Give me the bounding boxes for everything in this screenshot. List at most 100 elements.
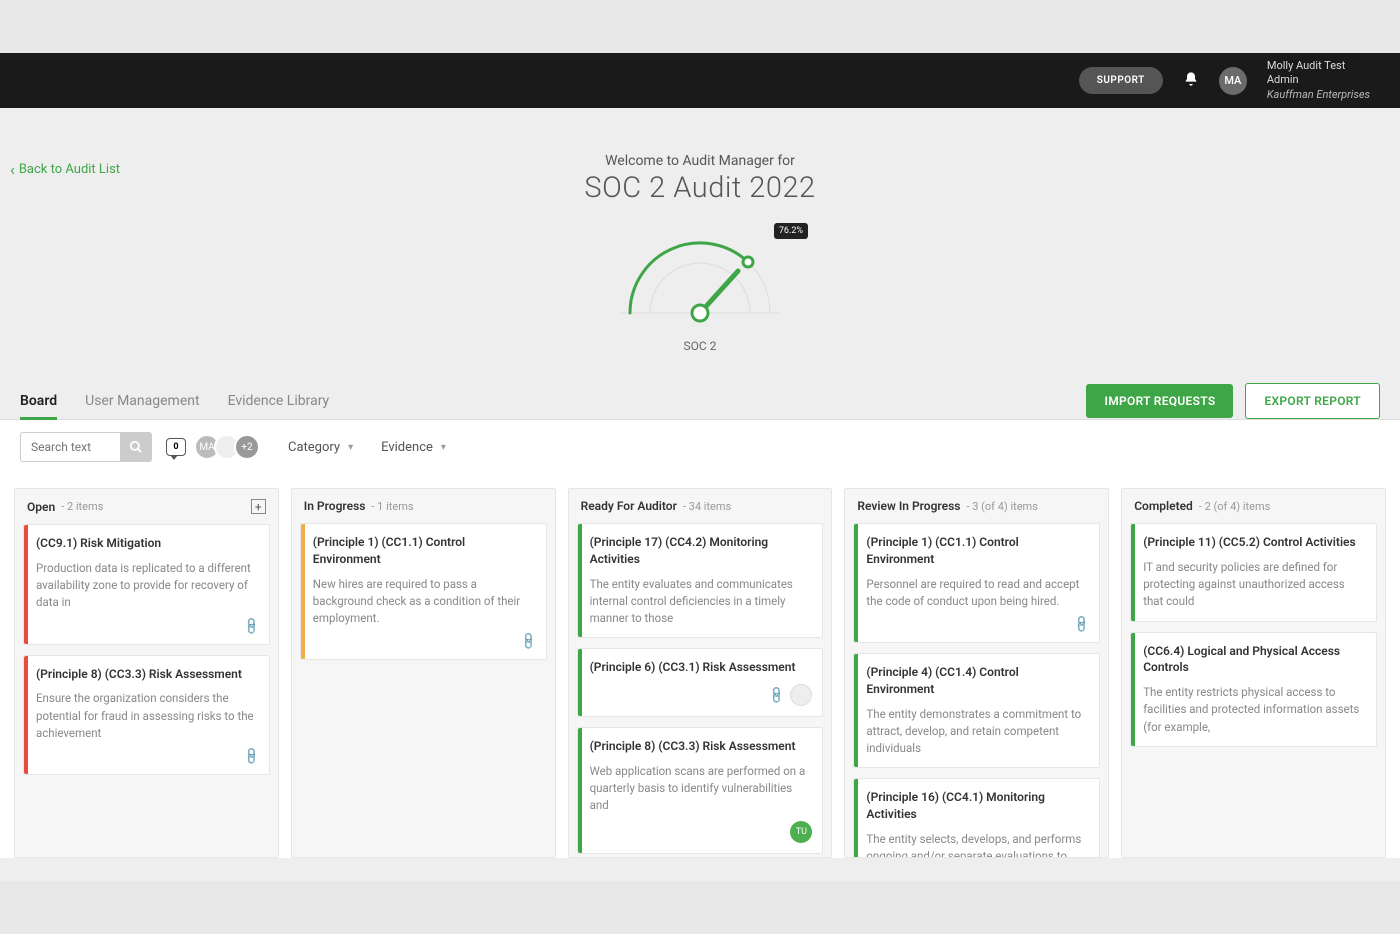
tab-user-management[interactable]: User Management [85, 383, 199, 419]
category-dropdown[interactable]: Category ▾ [288, 440, 353, 455]
search-button[interactable] [120, 432, 152, 462]
assignee-avatars[interactable]: MA +2 [200, 434, 260, 460]
card-body: Ensure the organization considers the po… [36, 690, 259, 742]
board-card[interactable]: (Principle 1) (CC1.1) Control Environmen… [853, 523, 1100, 643]
welcome-block: Welcome to Audit Manager for SOC 2 Audit… [0, 108, 1400, 353]
column-title: Open [27, 500, 55, 514]
board-column: Completed - 2 (of 4) items (Principle 11) … [1121, 488, 1386, 858]
user-avatar[interactable]: MA [1219, 67, 1247, 95]
card-title: (CC6.4) Logical and Physical Access Cont… [1143, 643, 1366, 677]
user-name: Molly Audit Test [1267, 59, 1370, 73]
page-title: SOC 2 Audit 2022 [0, 171, 1400, 205]
card-footer: 🔗 [36, 618, 259, 634]
column-header: Ready For Auditor - 34 items [569, 489, 832, 523]
evidence-dropdown[interactable]: Evidence ▾ [381, 440, 446, 455]
gauge-percent-badge: 76.2% [774, 223, 808, 239]
column-cards: (Principle 11) (CC5.2) Control Activitie… [1122, 523, 1385, 857]
card-footer: 🔗 [313, 633, 536, 649]
card-footer: 🔗 [866, 616, 1089, 632]
import-requests-button[interactable]: IMPORT REQUESTS [1086, 384, 1233, 418]
gauge-caption: SOC 2 [0, 339, 1400, 353]
board-card[interactable]: (Principle 4) (CC1.4) Control Environmen… [853, 653, 1100, 768]
user-org: Kauffman Enterprises [1267, 88, 1370, 102]
progress-gauge: 76.2% [610, 223, 790, 333]
column-title: Review In Progress [857, 499, 960, 513]
board-card[interactable]: (CC9.1) Risk Mitigation Production data i… [23, 524, 270, 645]
card-title: (Principle 4) (CC1.4) Control Environmen… [866, 664, 1089, 698]
card-title: (Principle 8) (CC3.3) Risk Assessment [36, 666, 259, 683]
board-column: Review In Progress- 3 (of 4) items(Princ… [844, 488, 1109, 858]
letterbox-top [0, 0, 1400, 53]
notifications-icon[interactable] [1183, 71, 1199, 91]
board-card[interactable]: (Principle 6) (CC3.1) Risk Assessment🔗 [577, 648, 824, 717]
board-card[interactable]: (Principle 8) (CC3.3) Risk Assessment Ens… [23, 655, 270, 776]
column-count: - 2 items [61, 500, 103, 513]
card-body: The entity restricts physical access to … [1143, 684, 1366, 736]
user-info: Molly Audit Test Admin Kauffman Enterpri… [1267, 59, 1370, 102]
avatar-more[interactable]: +2 [234, 434, 260, 460]
column-cards: (Principle 17) (CC4.2) Monitoring Activi… [569, 523, 832, 857]
back-to-list-link[interactable]: Back to Audit List [10, 160, 120, 179]
card-body: Web application scans are performed on a… [590, 763, 813, 815]
card-title: (Principle 1) (CC1.1) Control Environmen… [313, 534, 536, 568]
card-footer: TU [590, 821, 813, 843]
column-title: In Progress [304, 499, 366, 513]
card-body: The entity demonstrates a commitment to … [866, 706, 1089, 758]
dropdown-label: Evidence [381, 440, 433, 455]
search-input[interactable] [20, 432, 120, 462]
column-count: - 2 (of 4) items [1199, 500, 1270, 513]
tab-board[interactable]: Board [20, 383, 57, 419]
card-footer: 🔗 [590, 684, 813, 706]
chevron-down-icon: ▾ [348, 442, 353, 453]
board-card[interactable]: (Principle 17) (CC4.2) Monitoring Activi… [577, 523, 824, 638]
card-title: (Principle 17) (CC4.2) Monitoring Activi… [590, 534, 813, 568]
attachment-icon: 🔗 [518, 631, 538, 651]
export-report-button[interactable]: EXPORT REPORT [1245, 383, 1380, 419]
board-card[interactable]: (Principle 16) (CC4.1) Monitoring Activi… [853, 778, 1100, 857]
board-column: In Progress- 1 items (Principle 1) (CC1.1… [291, 488, 556, 858]
card-title: (CC9.1) Risk Mitigation [36, 535, 259, 552]
card-title: (Principle 1) (CC1.1) Control Environmen… [866, 534, 1089, 568]
dropdown-label: Category [288, 440, 340, 455]
card-footer: 🔗 [36, 748, 259, 764]
column-cards: (Principle 1) (CC1.1) Control Environmen… [845, 523, 1108, 857]
board-card[interactable]: (CC6.4) Logical and Physical Access Cont… [1130, 632, 1377, 747]
board-toolbar: 0 MA +2 Category ▾ Evidence ▾ [0, 420, 1400, 474]
assignee-avatar: TU [790, 821, 812, 843]
support-button[interactable]: SUPPORT [1079, 67, 1163, 94]
attachment-icon: 🔗 [767, 685, 787, 705]
app-header: SUPPORT MA Molly Audit Test Admin Kauffm… [0, 53, 1400, 108]
search-group [20, 432, 152, 462]
card-body: New hires are required to pass a backgro… [313, 576, 536, 628]
add-card-button[interactable]: + [251, 499, 266, 514]
card-title: (Principle 11) (CC5.2) Control Activitie… [1143, 534, 1366, 551]
card-body: The entity evaluates and communicates in… [590, 576, 813, 628]
chevron-down-icon: ▾ [441, 442, 446, 453]
card-title: (Principle 8) (CC3.3) Risk Assessment [590, 738, 813, 755]
card-body: IT and security policies are defined for… [1143, 559, 1366, 611]
column-cards: (Principle 1) (CC1.1) Control Environmen… [292, 523, 555, 857]
board-card[interactable]: (Principle 8) (CC3.3) Risk Assessment Web… [577, 727, 824, 854]
user-role: Admin [1267, 73, 1370, 87]
attachment-icon: 🔗 [241, 615, 261, 635]
board-column: Ready For Auditor - 34 items (Principle 17… [568, 488, 833, 858]
column-count: - 34 items [683, 500, 731, 513]
card-body: Personnel are required to read and accep… [866, 576, 1089, 611]
column-title: Completed [1134, 499, 1193, 513]
tab-evidence-library[interactable]: Evidence Library [228, 383, 330, 419]
card-title: (Principle 16) (CC4.1) Monitoring Activi… [866, 789, 1089, 823]
card-body: Production data is replicated to a diffe… [36, 560, 259, 612]
column-header: Completed - 2 (of 4) items [1122, 489, 1385, 523]
column-cards: (CC9.1) Risk Mitigation Production data i… [15, 524, 278, 857]
page-body: Back to Audit List Welcome to Audit Mana… [0, 108, 1400, 881]
column-title: Ready For Auditor [581, 499, 677, 513]
board-card[interactable]: (Principle 1) (CC1.1) Control Environmen… [300, 523, 547, 660]
tabs-row: Board User Management Evidence Library I… [0, 383, 1400, 420]
board-card[interactable]: (Principle 11) (CC5.2) Control Activitie… [1130, 523, 1377, 622]
column-header: In Progress- 1 items [292, 489, 555, 523]
assignee-avatar [790, 684, 812, 706]
messages-icon[interactable]: 0 [166, 438, 186, 456]
board-column: Open - 2 items + (CC9.1) Risk Mitigation Pro… [14, 488, 279, 858]
card-body: The entity selects, develops, and perfor… [866, 831, 1089, 857]
back-link-text: Back to Audit List [19, 162, 120, 177]
